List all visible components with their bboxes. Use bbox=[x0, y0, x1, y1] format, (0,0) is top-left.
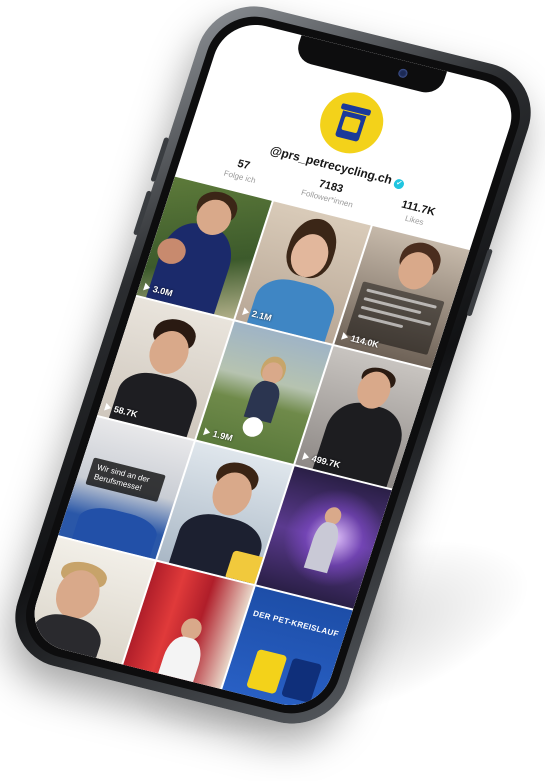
recycling-bin-logo-icon bbox=[332, 103, 372, 143]
video-caption: Wir sind an der Berufsmesse! bbox=[85, 457, 166, 503]
avatar[interactable] bbox=[311, 85, 392, 160]
front-camera-icon bbox=[397, 67, 409, 79]
play-icon bbox=[242, 307, 251, 317]
video-banner-text: DER PET-KREISLAUF bbox=[251, 608, 340, 639]
play-icon bbox=[104, 402, 113, 412]
verified-badge-icon: ✓ bbox=[392, 178, 406, 191]
play-icon bbox=[301, 452, 311, 462]
play-icon bbox=[341, 332, 350, 342]
view-count: 1.9M bbox=[203, 427, 234, 443]
play-icon bbox=[143, 282, 152, 292]
play-icon bbox=[203, 427, 212, 437]
